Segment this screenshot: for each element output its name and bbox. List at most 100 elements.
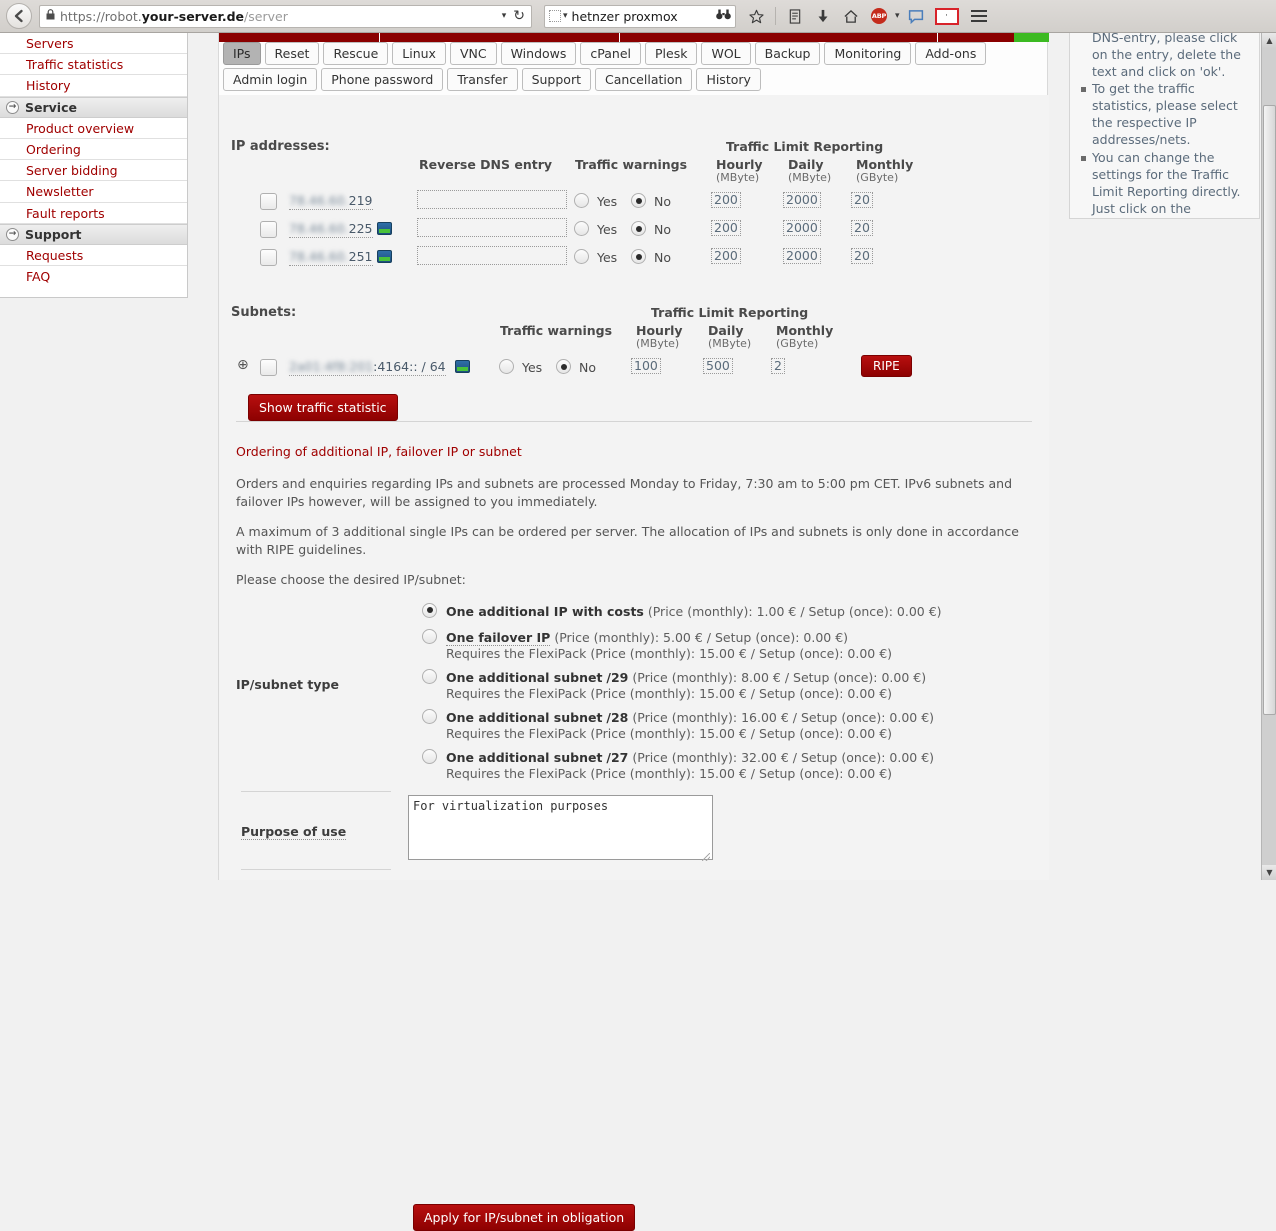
- apply-for-ip-subnet-button[interactable]: Apply for IP/subnet in obligation: [413, 1204, 636, 1231]
- tab-add-ons[interactable]: Add-ons: [915, 42, 987, 65]
- resize-grip-icon[interactable]: [702, 852, 710, 861]
- traffic-warning-yes-radio[interactable]: [574, 193, 589, 208]
- address-bar[interactable]: https://robot.your-server.de/server ▾ ↻: [39, 4, 532, 28]
- show-traffic-statistic-button[interactable]: Show traffic statistic: [248, 394, 398, 421]
- tab-history[interactable]: History: [696, 68, 761, 91]
- library-icon[interactable]: [783, 4, 807, 28]
- sidebar-item-history[interactable]: History: [0, 75, 187, 97]
- reverse-dns-input[interactable]: [417, 218, 567, 237]
- sidebar-group-service[interactable]: → Service: [0, 96, 187, 118]
- ip-address-label[interactable]: 78.46.60.219: [289, 193, 373, 210]
- daily-limit-value[interactable]: 2000: [783, 248, 821, 264]
- sidebar-item-product-overview[interactable]: Product overview: [0, 118, 187, 139]
- hourly-limit-value[interactable]: 200: [711, 220, 741, 236]
- search-bar[interactable]: ▾ hetnzer proxmox: [544, 4, 736, 28]
- tab-backup[interactable]: Backup: [754, 42, 821, 65]
- tab-support[interactable]: Support: [521, 68, 591, 91]
- ip-address-label[interactable]: 78.46.60.225: [289, 221, 373, 238]
- subnet-traffic-warning-yes-radio[interactable]: [499, 359, 514, 374]
- sidebar-item-requests[interactable]: Requests: [0, 245, 187, 267]
- traffic-warning-no-radio[interactable]: [631, 193, 646, 208]
- subnet-traffic-warning-yes-label: Yes: [522, 360, 543, 375]
- daily-limit-value[interactable]: 2000: [783, 192, 821, 208]
- subnet-daily-limit-value[interactable]: 500: [703, 358, 733, 374]
- monitoring-icon[interactable]: [377, 250, 392, 263]
- tab-reset[interactable]: Reset: [264, 42, 320, 65]
- radio-option-subnet-28[interactable]: One additional subnet /28 (Price (monthl…: [422, 707, 934, 741]
- traffic-warning-no-radio[interactable]: [631, 249, 646, 264]
- tab-wol[interactable]: WOL: [701, 42, 751, 65]
- monthly-limit-value[interactable]: 20: [851, 192, 873, 208]
- tab-monitoring[interactable]: Monitoring: [824, 42, 912, 65]
- ip-row-checkbox[interactable]: [260, 221, 277, 238]
- sidebar-item-traffic-statistics[interactable]: Traffic statistics: [0, 54, 187, 76]
- traffic-warning-yes-radio[interactable]: [574, 221, 589, 236]
- subnet-monthly-limit-value[interactable]: 2: [771, 358, 785, 374]
- option-radio[interactable]: [422, 628, 437, 644]
- radio-option-subnet-29[interactable]: One additional subnet /29 (Price (monthl…: [422, 667, 926, 701]
- traffic-warning-no-radio[interactable]: [631, 221, 646, 236]
- subnet-address-label[interactable]: 2a01:4f8:201:4164:: / 64: [289, 359, 446, 376]
- option-radio[interactable]: [422, 748, 437, 764]
- menu-icon[interactable]: [970, 10, 987, 22]
- back-button[interactable]: [6, 3, 32, 29]
- tab-cancellation[interactable]: Cancellation: [595, 68, 693, 91]
- sidebar-group-support[interactable]: → Support: [0, 223, 187, 245]
- flag-icon[interactable]: ·: [934, 7, 959, 25]
- monitoring-icon[interactable]: [455, 360, 470, 373]
- chevron-down-icon[interactable]: ▾: [502, 11, 507, 21]
- tab-ips[interactable]: IPs: [223, 42, 261, 65]
- subnet-traffic-warning-no-radio[interactable]: [556, 359, 571, 374]
- scroll-up-arrow-icon[interactable]: ▲: [1262, 33, 1276, 48]
- monthly-limit-value[interactable]: 20: [851, 220, 873, 236]
- purpose-of-use-input[interactable]: [408, 794, 713, 860]
- sidebar-item-faq[interactable]: FAQ: [0, 266, 187, 287]
- tab-phone-password[interactable]: Phone password: [321, 68, 444, 91]
- tab-vnc[interactable]: VNC: [449, 42, 497, 65]
- ip-row-checkbox[interactable]: [260, 193, 277, 210]
- subnet-row-checkbox[interactable]: [260, 359, 277, 376]
- tab-transfer[interactable]: Transfer: [447, 68, 518, 91]
- scroll-down-arrow-icon[interactable]: ▼: [1262, 865, 1276, 880]
- tab-linux[interactable]: Linux: [392, 42, 446, 65]
- chat-icon[interactable]: [904, 4, 928, 28]
- bookmark-star-icon[interactable]: [744, 4, 768, 28]
- hourly-limit-value[interactable]: 200: [711, 248, 741, 264]
- sidebar-item-servers[interactable]: Servers: [0, 33, 187, 55]
- sidebar-item-newsletter[interactable]: Newsletter: [0, 181, 187, 203]
- tab-rescue[interactable]: Rescue: [323, 42, 389, 65]
- binoculars-icon[interactable]: [716, 9, 731, 23]
- search-engine-chevron-icon[interactable]: ▾: [563, 11, 568, 21]
- subnet-hourly-limit-value[interactable]: 100: [631, 358, 661, 374]
- search-input[interactable]: hetnzer proxmox: [572, 9, 678, 24]
- monitoring-icon[interactable]: [377, 222, 392, 235]
- reload-icon[interactable]: ↻: [513, 8, 525, 24]
- expand-subnet-icon[interactable]: ⊕: [237, 357, 249, 373]
- page-scrollbar[interactable]: ▲ ▼: [1261, 33, 1276, 880]
- radio-option-failover-ip[interactable]: One failover IP (Price (monthly): 5.00 €…: [422, 627, 892, 661]
- ripe-button[interactable]: RIPE: [861, 355, 912, 377]
- option-radio[interactable]: [422, 668, 437, 684]
- option-radio[interactable]: [422, 602, 437, 618]
- sidebar-item-server-bidding[interactable]: Server bidding: [0, 160, 187, 182]
- option-radio[interactable]: [422, 708, 437, 724]
- monthly-limit-value[interactable]: 20: [851, 248, 873, 264]
- tab-admin-login[interactable]: Admin login: [223, 68, 318, 91]
- tab-plesk[interactable]: Plesk: [645, 42, 698, 65]
- downloads-icon[interactable]: [811, 4, 835, 28]
- traffic-warning-yes-radio[interactable]: [574, 249, 589, 264]
- daily-limit-value[interactable]: 2000: [783, 220, 821, 236]
- search-engine-icon[interactable]: [549, 10, 561, 22]
- scrollbar-thumb[interactable]: [1263, 105, 1276, 715]
- radio-option-additional-ip[interactable]: One additional IP with costs (Price (mon…: [422, 601, 942, 620]
- adblock-icon[interactable]: ABP: [867, 4, 891, 28]
- tab-cpanel[interactable]: cPanel: [580, 42, 642, 65]
- sidebar-item-ordering[interactable]: Ordering: [0, 139, 187, 161]
- sidebar-item-fault-reports[interactable]: Fault reports: [0, 203, 187, 224]
- home-icon[interactable]: [839, 4, 863, 28]
- tab-windows[interactable]: Windows: [500, 42, 577, 65]
- hourly-limit-value[interactable]: 200: [711, 192, 741, 208]
- adblock-chevron-icon[interactable]: ▾: [895, 11, 900, 21]
- radio-option-subnet-27[interactable]: One additional subnet /27 (Price (monthl…: [422, 747, 934, 781]
- reverse-dns-input[interactable]: [417, 190, 567, 209]
